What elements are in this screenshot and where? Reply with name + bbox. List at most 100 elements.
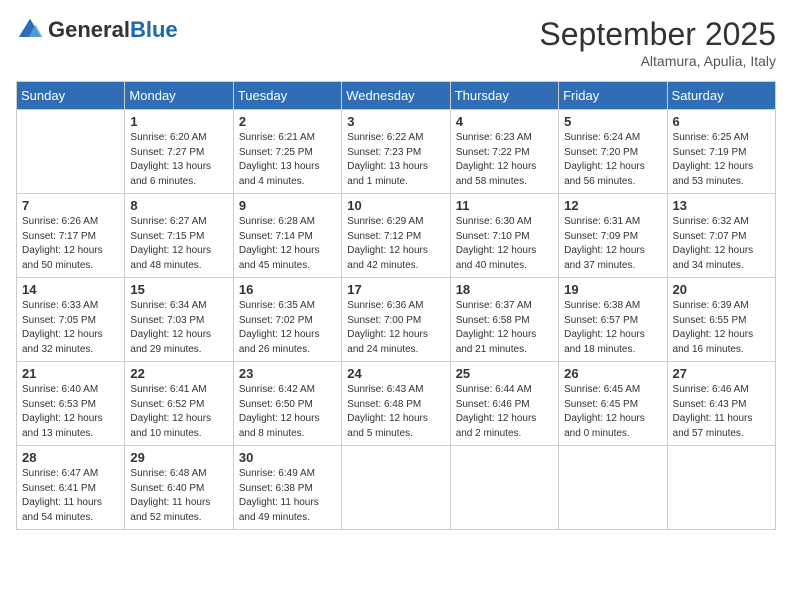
calendar-cell: 10 Sunrise: 6:29 AM Sunset: 7:12 PM Dayli… (342, 194, 450, 278)
day-info: Sunrise: 6:28 AM Sunset: 7:14 PM Dayligh… (239, 215, 336, 273)
calendar-cell: 9 Sunrise: 6:28 AM Sunset: 7:14 PM Daylig… (233, 194, 341, 278)
month-title: September 2025 (539, 16, 776, 53)
day-number: 24 (347, 366, 444, 381)
calendar-cell (450, 446, 558, 530)
day-info: Sunrise: 6:38 AM Sunset: 6:57 PM Dayligh… (564, 299, 661, 357)
day-info: Sunrise: 6:34 AM Sunset: 7:03 PM Dayligh… (130, 299, 227, 357)
day-info: Sunrise: 6:45 AM Sunset: 6:45 PM Dayligh… (564, 383, 661, 441)
logo-text: GeneralBlue (48, 19, 178, 41)
day-info: Sunrise: 6:25 AM Sunset: 7:19 PM Dayligh… (673, 131, 770, 189)
calendar-cell: 15 Sunrise: 6:34 AM Sunset: 7:03 PM Dayli… (125, 278, 233, 362)
day-info: Sunrise: 6:24 AM Sunset: 7:20 PM Dayligh… (564, 131, 661, 189)
calendar-cell: 7 Sunrise: 6:26 AM Sunset: 7:17 PM Daylig… (17, 194, 125, 278)
calendar-cell: 22 Sunrise: 6:41 AM Sunset: 6:52 PM Dayli… (125, 362, 233, 446)
day-info: Sunrise: 6:46 AM Sunset: 6:43 PM Dayligh… (673, 383, 770, 441)
calendar-cell: 26 Sunrise: 6:45 AM Sunset: 6:45 PM Dayli… (559, 362, 667, 446)
day-number: 18 (456, 282, 553, 297)
calendar-cell: 14 Sunrise: 6:33 AM Sunset: 7:05 PM Dayli… (17, 278, 125, 362)
calendar-cell: 1Sunrise: 6:20 AM Sunset: 7:27 PM Daylig… (125, 110, 233, 194)
calendar-week-row: 1Sunrise: 6:20 AM Sunset: 7:27 PM Daylig… (17, 110, 776, 194)
day-info: Sunrise: 6:29 AM Sunset: 7:12 PM Dayligh… (347, 215, 444, 273)
day-info: Sunrise: 6:33 AM Sunset: 7:05 PM Dayligh… (22, 299, 119, 357)
day-of-week-header: Sunday (17, 82, 125, 110)
day-number: 27 (673, 366, 770, 381)
day-of-week-header: Saturday (667, 82, 775, 110)
day-info: Sunrise: 6:30 AM Sunset: 7:10 PM Dayligh… (456, 215, 553, 273)
day-number: 29 (130, 450, 227, 465)
logo: GeneralBlue (16, 16, 178, 44)
day-info: Sunrise: 6:23 AM Sunset: 7:22 PM Dayligh… (456, 131, 553, 189)
day-number: 28 (22, 450, 119, 465)
calendar-cell: 20 Sunrise: 6:39 AM Sunset: 6:55 PM Dayli… (667, 278, 775, 362)
calendar-cell: 17Sunrise: 6:36 AM Sunset: 7:00 PM Dayli… (342, 278, 450, 362)
calendar-header-row: SundayMondayTuesdayWednesdayThursdayFrid… (17, 82, 776, 110)
calendar-cell: 8 Sunrise: 6:27 AM Sunset: 7:15 PM Daylig… (125, 194, 233, 278)
day-number: 22 (130, 366, 227, 381)
day-info: Sunrise: 6:43 AM Sunset: 6:48 PM Dayligh… (347, 383, 444, 441)
day-info: Sunrise: 6:39 AM Sunset: 6:55 PM Dayligh… (673, 299, 770, 357)
day-info: Sunrise: 6:49 AM Sunset: 6:38 PM Dayligh… (239, 467, 336, 525)
day-number: 8 (130, 198, 227, 213)
day-number: 11 (456, 198, 553, 213)
day-number: 3 (347, 114, 444, 129)
calendar-cell: 12Sunrise: 6:31 AM Sunset: 7:09 PM Dayli… (559, 194, 667, 278)
day-number: 23 (239, 366, 336, 381)
calendar-cell: 11 Sunrise: 6:30 AM Sunset: 7:10 PM Dayli… (450, 194, 558, 278)
day-number: 5 (564, 114, 661, 129)
day-number: 13 (673, 198, 770, 213)
calendar-cell: 5 Sunrise: 6:24 AM Sunset: 7:20 PM Daylig… (559, 110, 667, 194)
calendar-cell: 4 Sunrise: 6:23 AM Sunset: 7:22 PM Daylig… (450, 110, 558, 194)
day-number: 21 (22, 366, 119, 381)
day-number: 19 (564, 282, 661, 297)
calendar-week-row: 7 Sunrise: 6:26 AM Sunset: 7:17 PM Daylig… (17, 194, 776, 278)
day-info: Sunrise: 6:48 AM Sunset: 6:40 PM Dayligh… (130, 467, 227, 525)
day-number: 2 (239, 114, 336, 129)
day-number: 10 (347, 198, 444, 213)
day-info: Sunrise: 6:26 AM Sunset: 7:17 PM Dayligh… (22, 215, 119, 273)
day-info: Sunrise: 6:35 AM Sunset: 7:02 PM Dayligh… (239, 299, 336, 357)
calendar-week-row: 14 Sunrise: 6:33 AM Sunset: 7:05 PM Dayli… (17, 278, 776, 362)
calendar-body: 1Sunrise: 6:20 AM Sunset: 7:27 PM Daylig… (17, 110, 776, 530)
calendar-cell: 18 Sunrise: 6:37 AM Sunset: 6:58 PM Dayli… (450, 278, 558, 362)
page-header: GeneralBlue September 2025 Altamura, Apu… (16, 16, 776, 69)
calendar-cell: 21Sunrise: 6:40 AM Sunset: 6:53 PM Dayli… (17, 362, 125, 446)
day-info: Sunrise: 6:27 AM Sunset: 7:15 PM Dayligh… (130, 215, 227, 273)
day-of-week-header: Thursday (450, 82, 558, 110)
logo-icon (16, 16, 44, 44)
day-info: Sunrise: 6:36 AM Sunset: 7:00 PM Dayligh… (347, 299, 444, 357)
day-number: 9 (239, 198, 336, 213)
calendar-week-row: 21Sunrise: 6:40 AM Sunset: 6:53 PM Dayli… (17, 362, 776, 446)
calendar-cell: 30 Sunrise: 6:49 AM Sunset: 6:38 PM Dayli… (233, 446, 341, 530)
calendar-cell: 25Sunrise: 6:44 AM Sunset: 6:46 PM Dayli… (450, 362, 558, 446)
day-number: 26 (564, 366, 661, 381)
calendar-cell (17, 110, 125, 194)
day-number: 15 (130, 282, 227, 297)
day-number: 30 (239, 450, 336, 465)
day-info: Sunrise: 6:20 AM Sunset: 7:27 PM Dayligh… (130, 131, 227, 189)
calendar-cell: 16 Sunrise: 6:35 AM Sunset: 7:02 PM Dayli… (233, 278, 341, 362)
day-number: 12 (564, 198, 661, 213)
day-info: Sunrise: 6:21 AM Sunset: 7:25 PM Dayligh… (239, 131, 336, 189)
calendar-cell: 27 Sunrise: 6:46 AM Sunset: 6:43 PM Dayli… (667, 362, 775, 446)
day-number: 6 (673, 114, 770, 129)
day-number: 14 (22, 282, 119, 297)
calendar-cell: 13Sunrise: 6:32 AM Sunset: 7:07 PM Dayli… (667, 194, 775, 278)
day-number: 7 (22, 198, 119, 213)
location-subtitle: Altamura, Apulia, Italy (539, 53, 776, 69)
day-of-week-header: Wednesday (342, 82, 450, 110)
calendar-cell: 24 Sunrise: 6:43 AM Sunset: 6:48 PM Dayli… (342, 362, 450, 446)
calendar-cell: 2 Sunrise: 6:21 AM Sunset: 7:25 PM Daylig… (233, 110, 341, 194)
day-info: Sunrise: 6:41 AM Sunset: 6:52 PM Dayligh… (130, 383, 227, 441)
calendar-cell: 23Sunrise: 6:42 AM Sunset: 6:50 PM Dayli… (233, 362, 341, 446)
calendar-cell: 6 Sunrise: 6:25 AM Sunset: 7:19 PM Daylig… (667, 110, 775, 194)
day-number: 4 (456, 114, 553, 129)
calendar-cell (559, 446, 667, 530)
title-block: September 2025 Altamura, Apulia, Italy (539, 16, 776, 69)
day-info: Sunrise: 6:37 AM Sunset: 6:58 PM Dayligh… (456, 299, 553, 357)
day-of-week-header: Monday (125, 82, 233, 110)
calendar-table: SundayMondayTuesdayWednesdayThursdayFrid… (16, 81, 776, 530)
day-number: 16 (239, 282, 336, 297)
day-number: 20 (673, 282, 770, 297)
day-of-week-header: Tuesday (233, 82, 341, 110)
day-of-week-header: Friday (559, 82, 667, 110)
